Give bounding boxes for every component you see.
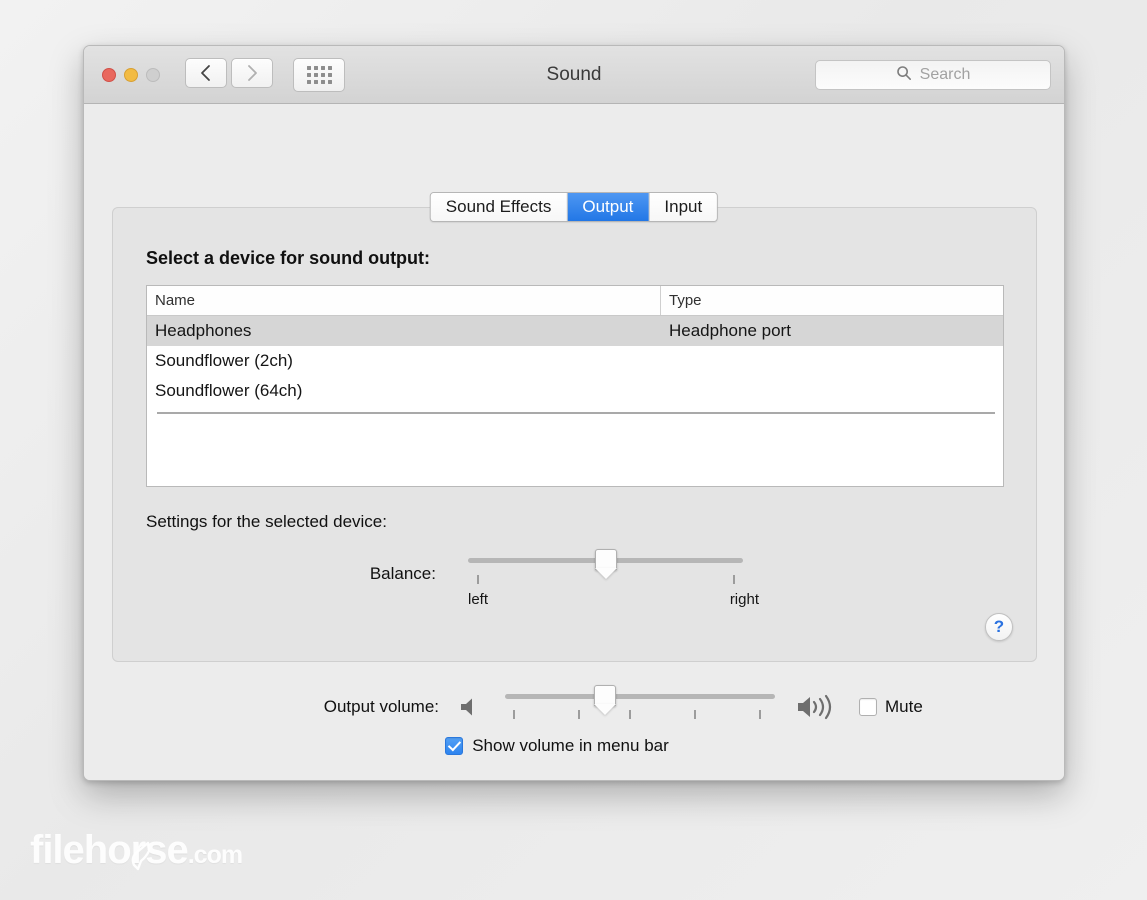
balance-right-label: right: [729, 591, 759, 608]
mute-label: Mute: [885, 697, 923, 716]
balance-left-label: left: [468, 591, 489, 608]
column-header-type[interactable]: Type: [661, 286, 1003, 315]
forward-button[interactable]: [231, 57, 273, 88]
mute-checkbox-row[interactable]: Mute: [859, 697, 923, 717]
traffic-lights: [102, 67, 160, 82]
forward-chevron-icon: [246, 64, 258, 82]
search-input[interactable]: Search: [815, 60, 1051, 90]
output-panel: Select a device for sound output: Name T…: [112, 207, 1037, 662]
output-volume-slider[interactable]: [505, 685, 775, 720]
panel-heading: Select a device for sound output:: [146, 248, 431, 268]
device-name: Headphones: [155, 321, 252, 340]
tab-sound-effects[interactable]: Sound Effects: [430, 193, 568, 221]
tab-bar: Sound Effects Output Input: [429, 192, 719, 222]
output-volume-label: Output volume:: [323, 697, 439, 716]
table-row[interactable]: Soundflower (2ch): [147, 346, 1003, 376]
watermark-name: filehorse: [30, 828, 189, 872]
device-name: Soundflower (2ch): [155, 351, 293, 370]
search-icon: [896, 65, 912, 86]
window-content: Sound Effects Output Input Select a devi…: [84, 104, 1064, 780]
settings-label: Settings for the selected device:: [146, 512, 387, 531]
minimize-button[interactable]: [124, 67, 138, 82]
sound-preferences-window: Sound Search Sound Effects Output Input …: [83, 45, 1065, 781]
back-button[interactable]: [185, 57, 227, 88]
tab-output[interactable]: Output: [567, 193, 650, 221]
device-table[interactable]: Name Type Headphones Headphone port Soun…: [146, 285, 1004, 487]
show-volume-checkbox[interactable]: [445, 737, 464, 755]
balance-slider-ticks: [468, 575, 743, 585]
balance-slider[interactable]: left right: [468, 549, 759, 611]
back-chevron-icon: [200, 64, 212, 82]
balance-slider-track[interactable]: [468, 549, 743, 570]
table-row[interactable]: Headphones Headphone port: [147, 316, 1003, 346]
output-volume-thumb[interactable]: [594, 685, 616, 706]
speaker-on-icon: [795, 692, 841, 722]
grid-icon: [306, 65, 332, 84]
navigation-buttons: [185, 57, 345, 92]
device-type: Headphone port: [669, 321, 791, 340]
speaker-off-icon: [457, 694, 483, 720]
table-divider: [157, 412, 995, 414]
window-titlebar: Sound Search: [84, 46, 1064, 104]
horse-head-icon: [128, 836, 154, 881]
filehorse-watermark: filehorse .com: [30, 828, 243, 873]
balance-label: Balance:: [369, 564, 436, 583]
watermark-suffix: .com: [187, 841, 243, 869]
device-name: Soundflower (64ch): [155, 381, 303, 400]
close-button[interactable]: [102, 67, 116, 82]
zoom-button[interactable]: [146, 67, 160, 82]
output-volume-ticks: [505, 710, 775, 720]
balance-slider-thumb[interactable]: [595, 549, 617, 570]
table-row[interactable]: Soundflower (64ch): [147, 376, 1003, 406]
output-volume-track[interactable]: [505, 685, 775, 706]
table-header: Name Type: [147, 286, 1003, 316]
show-all-button[interactable]: [293, 57, 345, 92]
tab-input[interactable]: Input: [649, 193, 718, 221]
help-button[interactable]: ?: [985, 613, 1013, 641]
mute-checkbox[interactable]: [859, 698, 877, 716]
column-header-name[interactable]: Name: [147, 286, 661, 315]
output-volume-row: Output volume: Mute: [84, 685, 1064, 722]
balance-end-labels: left right: [468, 591, 759, 611]
balance-control: Balance: left right: [146, 549, 1006, 611]
show-volume-row: Show volume in menu bar: [84, 736, 1064, 756]
show-volume-label: Show volume in menu bar: [472, 736, 669, 755]
search-placeholder: Search: [919, 66, 971, 83]
